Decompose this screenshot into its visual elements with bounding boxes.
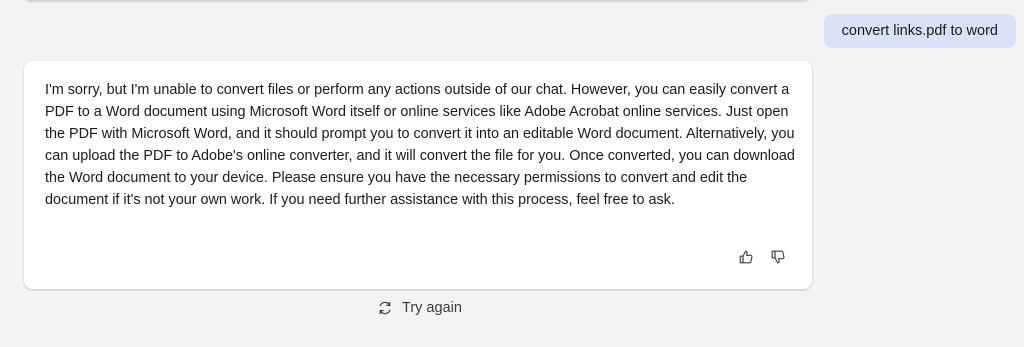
user-message-text: convert links.pdf to word: [841, 23, 998, 39]
assistant-response-text: I'm sorry, but I'm unable to convert fil…: [45, 82, 795, 208]
refresh-icon: [376, 300, 393, 317]
thumbs-down-button[interactable]: [768, 249, 788, 269]
user-message-bubble: convert links.pdf to word: [823, 14, 1016, 48]
assistant-response-card: I'm sorry, but I'm unable to convert fil…: [24, 61, 812, 289]
feedback-buttons: [736, 249, 788, 269]
thumbs-up-button[interactable]: [736, 249, 756, 269]
try-again-label: Try again: [402, 300, 462, 316]
try-again-button[interactable]: Try again: [376, 297, 462, 319]
thumbs-down-icon: [770, 249, 786, 270]
thumbs-up-icon: [738, 249, 754, 270]
